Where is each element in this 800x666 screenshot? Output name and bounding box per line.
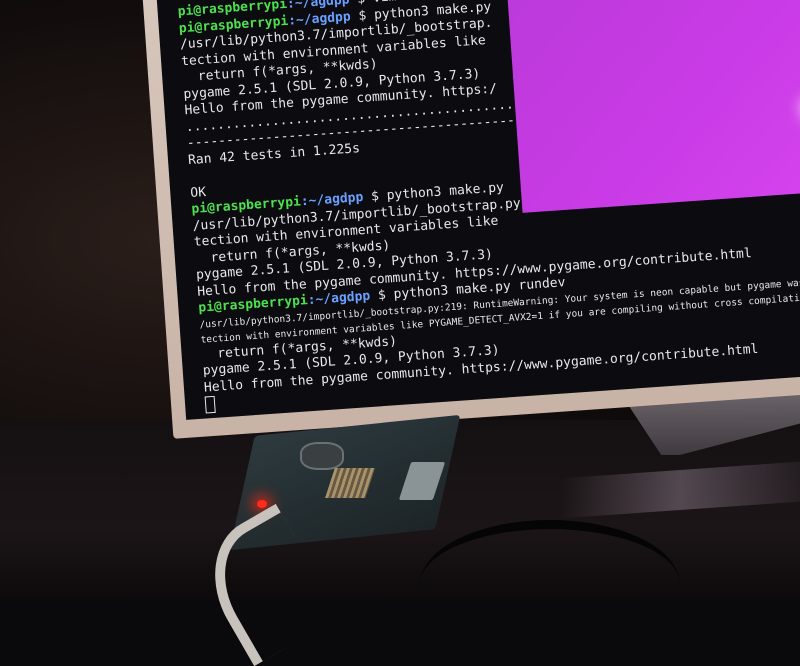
cooling-fan (300, 442, 344, 470)
black-cable (420, 520, 680, 649)
monitor-screen: alled pygame-2.5.1bash: vim: command not… (154, 0, 800, 420)
prompt-path: :~/agdpp (300, 190, 364, 210)
terminal-output[interactable]: alled pygame-2.5.1bash: vim: command not… (175, 0, 800, 414)
prompt-path: :~/agdpp (307, 288, 371, 309)
power-led-icon (257, 500, 267, 508)
terminal-cursor-icon[interactable] (204, 395, 216, 414)
monitor: alled pygame-2.5.1bash: vim: command not… (140, 0, 800, 439)
